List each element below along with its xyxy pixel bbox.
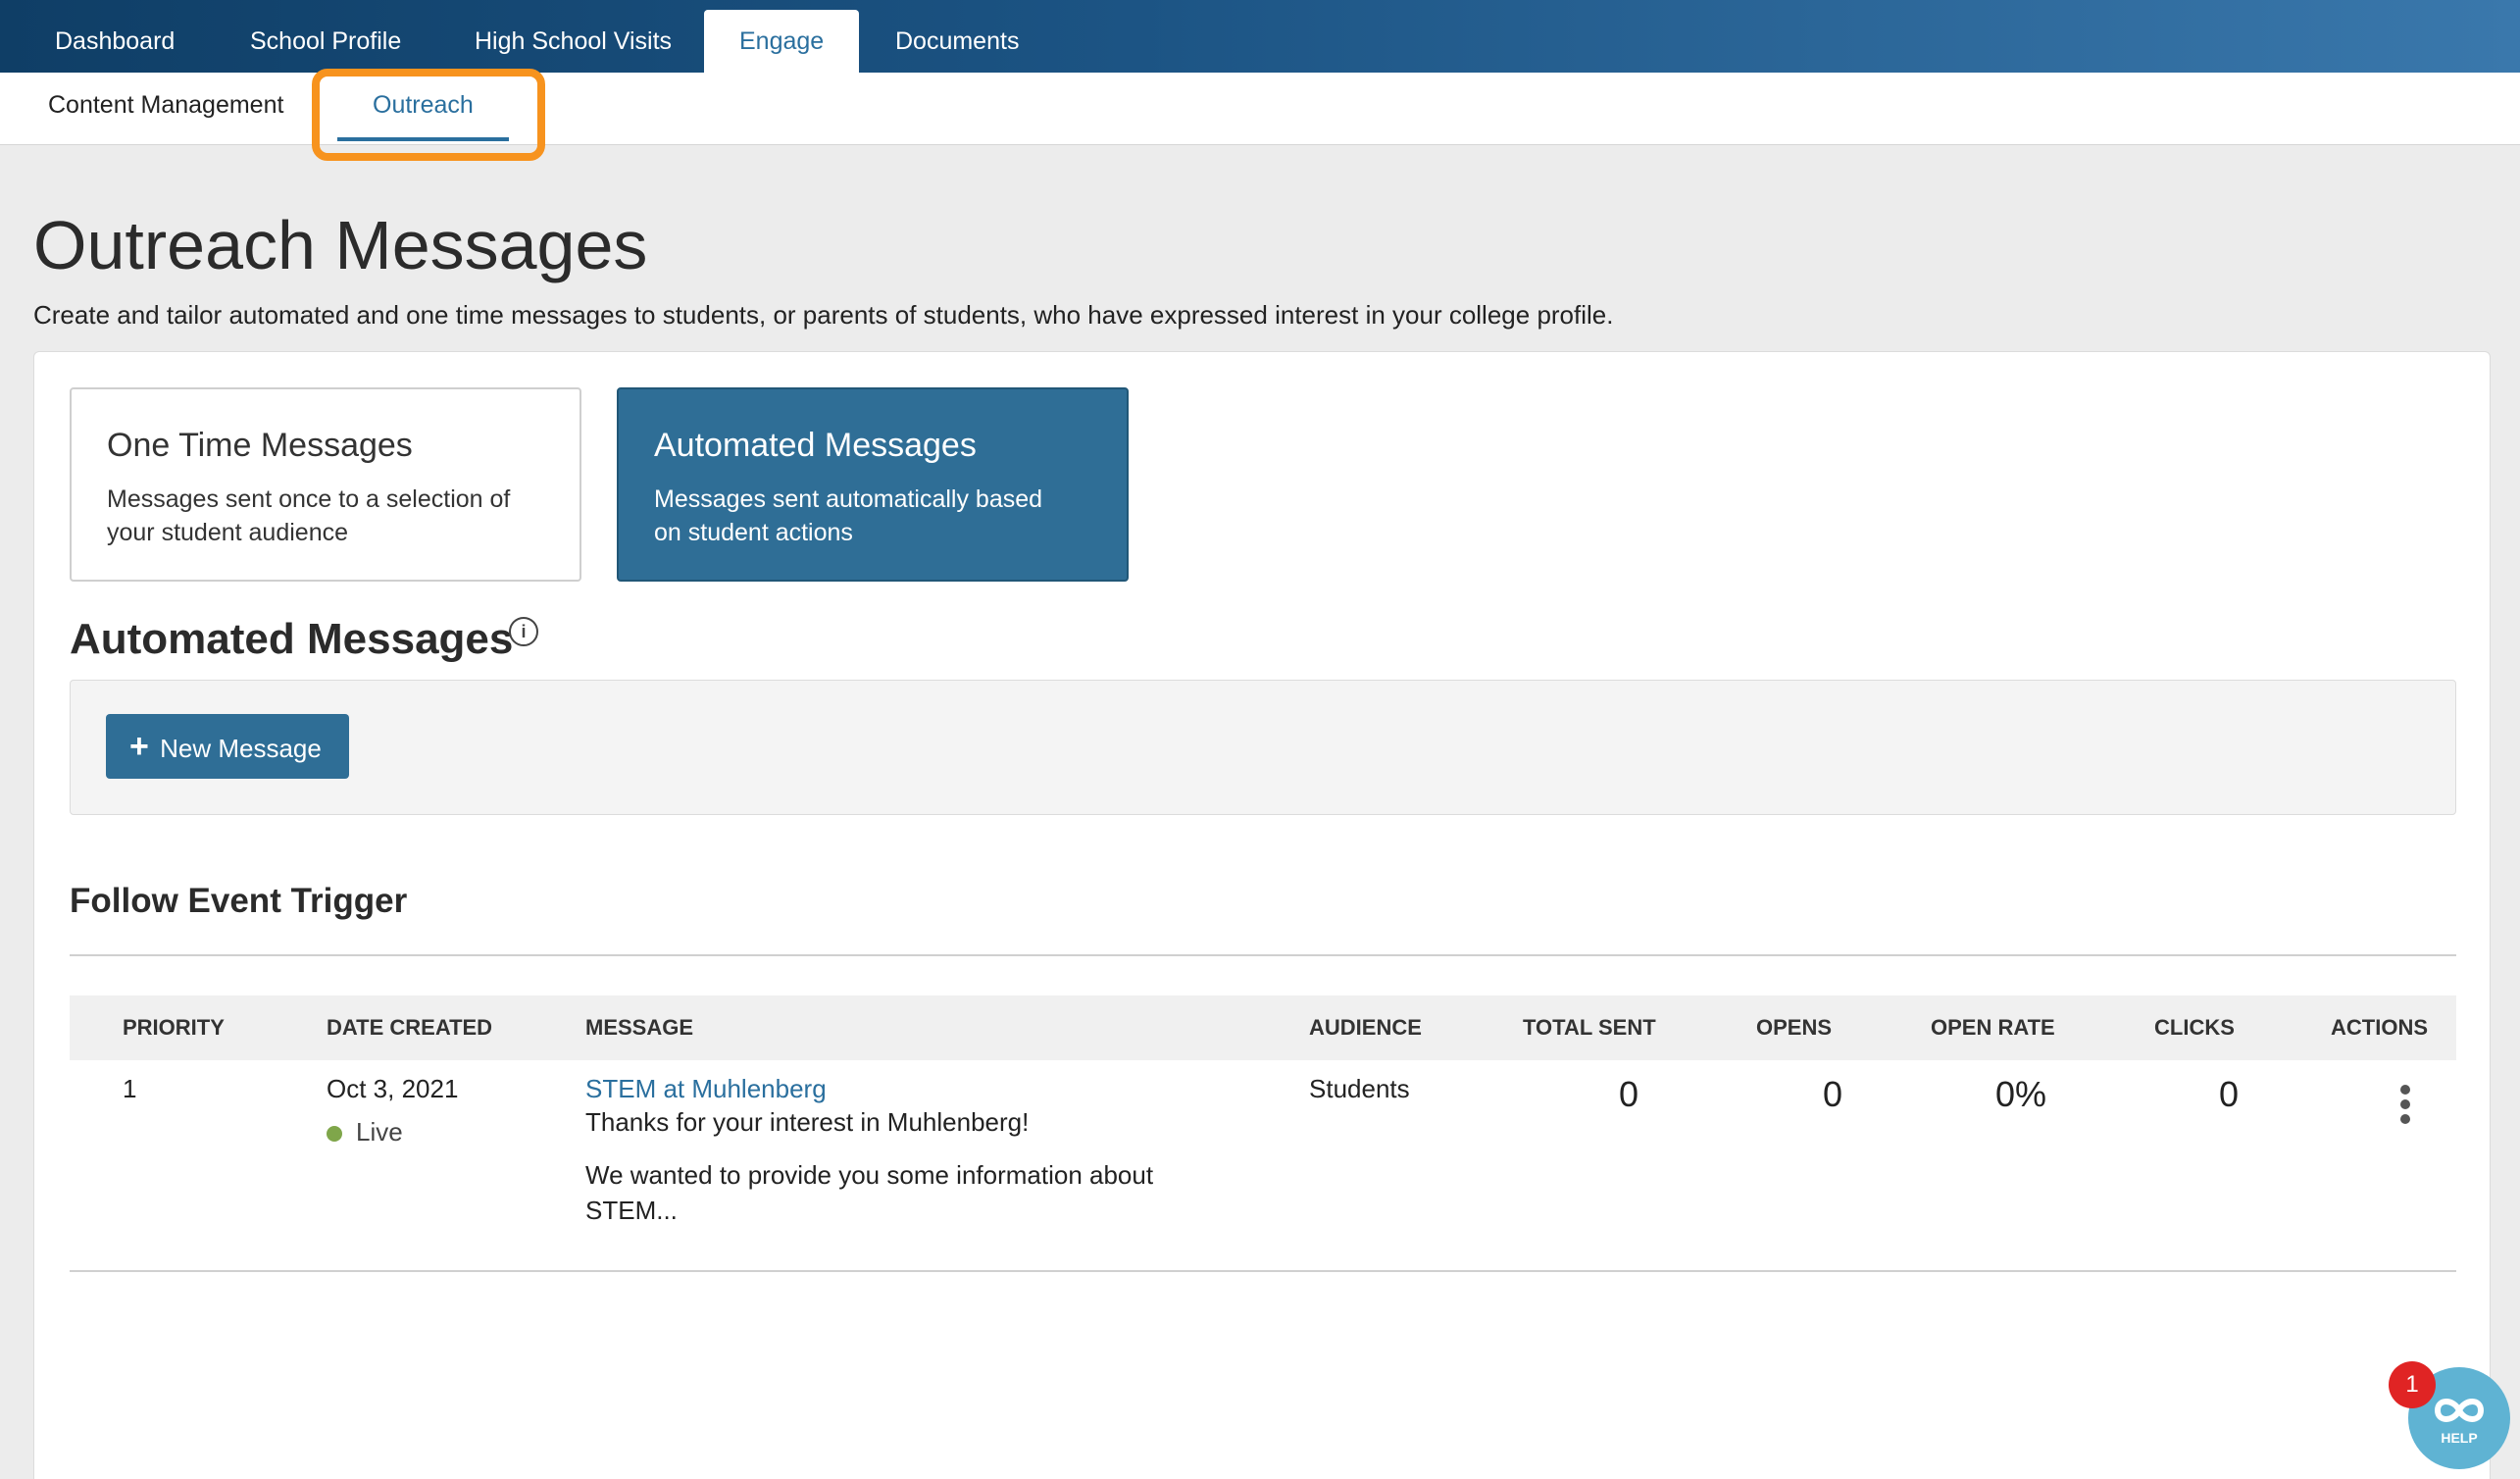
tab-school-profile[interactable]: School Profile: [215, 10, 436, 73]
new-message-button[interactable]: + New Message: [106, 714, 349, 779]
card-title: Automated Messages: [654, 427, 977, 464]
row-total-sent: 0: [1618, 1074, 1639, 1114]
trigger-title: Follow Event Trigger: [70, 882, 408, 920]
card-description-line: your student audience: [107, 519, 349, 546]
row-audience: Students: [1309, 1074, 1410, 1103]
header-message[interactable]: MESSAGE: [585, 995, 693, 1060]
section-title: Automated Messages: [70, 615, 514, 663]
header-audience[interactable]: AUDIENCE: [1309, 995, 1422, 1060]
table-bottom-divider: [70, 1270, 2456, 1272]
help-label: HELP: [2441, 1430, 2478, 1446]
card-description-line: Messages sent once to a selection of: [107, 485, 511, 513]
row-date-created: Oct 3, 2021: [327, 1074, 459, 1103]
top-navigation: Dashboard School Profile High School Vis…: [0, 0, 2520, 73]
tab-high-school-visits[interactable]: High School Visits: [439, 10, 707, 73]
plus-icon: +: [129, 728, 149, 765]
subtab-content-management[interactable]: Content Management: [48, 73, 283, 145]
row-opens: 0: [1822, 1074, 1843, 1114]
message-preview-line: Thanks for your interest in Muhlenberg!: [585, 1107, 1030, 1137]
infinity-icon: [2434, 1399, 2485, 1422]
message-title-link[interactable]: STEM at Muhlenberg: [585, 1074, 827, 1104]
card-description-line: on student actions: [654, 519, 853, 546]
kebab-dot: [2400, 1114, 2410, 1124]
automated-messages-card[interactable]: Automated Messages Messages sent automat…: [617, 387, 1129, 582]
table-header: PRIORITY DATE CREATED MESSAGE AUDIENCE T…: [70, 995, 2456, 1060]
page-description: Create and tailor automated and one time…: [33, 300, 1614, 330]
status-label: Live: [356, 1117, 403, 1147]
message-preview-line: STEM...: [585, 1196, 678, 1225]
one-time-messages-card[interactable]: One Time Messages Messages sent once to …: [70, 387, 581, 582]
new-message-label: New Message: [160, 734, 322, 763]
sub-navigation: Content Management Outreach: [0, 73, 2520, 145]
row-open-rate: 0%: [1994, 1074, 2047, 1114]
message-preview-line: We wanted to provide you some informatio…: [585, 1160, 1154, 1190]
section-divider: [70, 954, 2456, 956]
main-panel: One Time Messages Messages sent once to …: [33, 351, 2491, 1479]
row-priority: 1: [123, 1074, 137, 1103]
card-description: Messages sent once to a selection of you…: [107, 483, 544, 549]
table-row: 1 Oct 3, 2021 Live STEM at Muhlenberg Th…: [70, 1060, 2456, 1266]
subtab-outreach[interactable]: Outreach: [337, 73, 509, 145]
page-title: Outreach Messages: [33, 207, 648, 283]
message-toolbar: + New Message: [70, 680, 2456, 815]
card-title: One Time Messages: [107, 427, 413, 464]
header-total-sent[interactable]: TOTAL SENT: [1523, 995, 1656, 1060]
tab-engage[interactable]: Engage: [704, 10, 860, 73]
notification-badge: 1: [2389, 1361, 2436, 1408]
header-open-rate[interactable]: OPEN RATE: [1931, 995, 2055, 1060]
kebab-dot: [2400, 1099, 2410, 1109]
row-status: Live: [327, 1117, 403, 1148]
card-description-line: Messages sent automatically based: [654, 485, 1043, 513]
header-actions: ACTIONS: [2331, 1015, 2428, 1040]
tab-documents[interactable]: Documents: [860, 10, 1054, 73]
card-description: Messages sent automatically based on stu…: [654, 483, 1091, 549]
tab-dashboard[interactable]: Dashboard: [20, 10, 210, 73]
info-circle-icon[interactable]: i: [509, 617, 538, 646]
actions-menu-icon[interactable]: [2386, 1080, 2425, 1139]
row-clicks: 0: [2218, 1074, 2240, 1114]
header-priority[interactable]: PRIORITY: [123, 995, 225, 1060]
live-status-dot: [327, 1126, 342, 1143]
header-opens[interactable]: OPENS: [1756, 995, 1832, 1060]
header-date-created[interactable]: DATE CREATED: [327, 995, 492, 1060]
header-clicks[interactable]: CLICKS: [2154, 995, 2235, 1060]
kebab-dot: [2400, 1085, 2410, 1095]
active-tab-underline: [337, 137, 509, 141]
subtab-outreach-label: Outreach: [373, 91, 474, 119]
